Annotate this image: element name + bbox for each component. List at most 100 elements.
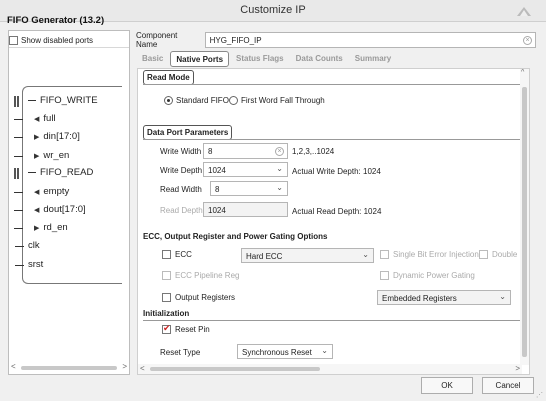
port-stub (15, 265, 24, 266)
port-rd-en[interactable]: ▶ rd_en (14, 222, 68, 233)
port-stub (14, 228, 23, 229)
tab-status-flags[interactable]: Status Flags (231, 51, 289, 67)
bus-connector-icon (14, 168, 19, 179)
read-mode-heading: Read Mode (143, 70, 194, 85)
arrow-left-icon: ◀ (34, 115, 40, 123)
scroll-up-icon[interactable]: ^ (521, 69, 524, 76)
chevron-down-icon: ⌄ (321, 346, 328, 355)
clear-icon[interactable]: × (275, 147, 284, 156)
bus-dash-icon (28, 172, 36, 173)
read-mode-fwft[interactable]: First Word Fall Through (229, 96, 325, 105)
port-stub (14, 156, 23, 157)
symbol-horizontal-scrollbar[interactable]: < > (9, 362, 129, 373)
port-stub (14, 210, 23, 211)
ok-button[interactable]: OK (421, 377, 473, 394)
tab-native-ports[interactable]: Native Ports (170, 51, 230, 67)
content-vertical-scrollbar[interactable]: ^ (520, 69, 529, 365)
ecc-pipeline-option: ECC Pipeline Reg (162, 271, 239, 280)
port-wr-en[interactable]: ▶ wr_en (14, 150, 69, 161)
section-divider (143, 139, 521, 140)
ecc-option[interactable]: ECC (162, 250, 192, 259)
show-disabled-checkbox[interactable] (9, 36, 18, 45)
tab-data-counts[interactable]: Data Counts (291, 51, 348, 67)
port-din[interactable]: ▶ din[17:0] (14, 131, 80, 142)
port-fifo-write[interactable]: FIFO_WRITE (14, 95, 98, 107)
single-bit-option: Single Bit Error Injection (380, 250, 479, 259)
section-divider (143, 320, 521, 321)
radio-standard[interactable] (164, 96, 173, 105)
port-srst[interactable]: srst (15, 259, 43, 270)
chevron-down-icon: ⌄ (362, 250, 369, 259)
port-stub (14, 137, 23, 138)
section-divider (143, 84, 521, 85)
ip-name-title: FIFO Generator (13.2) (7, 15, 105, 26)
reset-type-select[interactable]: Synchronous Reset ⌄ (237, 344, 333, 359)
left-divider (9, 47, 129, 48)
cancel-button[interactable]: Cancel (482, 377, 534, 394)
vivado-logo-icon (517, 7, 531, 16)
clear-icon[interactable]: × (523, 36, 532, 45)
tab-basic[interactable]: Basic (137, 51, 168, 67)
show-disabled-label: Show disabled ports (21, 36, 94, 45)
embedded-registers-select: Embedded Registers ⌄ (377, 290, 511, 305)
show-disabled-ports[interactable]: Show disabled ports (9, 36, 93, 45)
ecc-pipeline-checkbox (162, 271, 171, 280)
arrow-right-icon: ▶ (34, 133, 40, 141)
component-name-row: Component Name HYG_FIFO_IP × (136, 31, 536, 49)
write-width-range: 1,2,3,..1024 (292, 147, 335, 156)
double-bit-checkbox (479, 250, 488, 259)
scroll-left-icon[interactable]: < (11, 362, 16, 371)
output-registers-checkbox[interactable] (162, 293, 171, 302)
dynamic-power-option: Dynamic Power Gating (380, 271, 475, 280)
component-name-label: Component Name (136, 31, 178, 49)
port-stub (14, 192, 23, 193)
component-name-input[interactable]: HYG_FIFO_IP × (204, 32, 536, 48)
port-fifo-read[interactable]: FIFO_READ (14, 167, 93, 179)
write-width-input[interactable]: 8 × (203, 143, 288, 159)
chevron-down-icon: ⌄ (276, 164, 283, 173)
write-depth-select[interactable]: 1024 ⌄ (203, 162, 288, 177)
settings-content: Read Mode Standard FIFO First Word Fall … (137, 68, 530, 375)
arrow-right-icon: ▶ (34, 152, 40, 160)
scroll-right-icon[interactable]: > (122, 362, 127, 371)
scroll-left-icon[interactable]: < (140, 364, 145, 373)
arrow-left-icon: ◀ (34, 188, 40, 196)
output-registers-option[interactable]: Output Registers (162, 293, 235, 302)
dynamic-power-checkbox (380, 271, 389, 280)
scroll-thumb[interactable] (21, 366, 117, 370)
ecc-checkbox[interactable] (162, 250, 171, 259)
reset-type-label: Reset Type (160, 348, 201, 357)
init-heading: Initialization (143, 309, 190, 318)
write-width-label: Write Width (160, 147, 202, 156)
read-depth-label: Read Depth (160, 206, 203, 215)
ecc-type-select: Hard ECC ⌄ (241, 248, 374, 263)
read-width-label: Read Width (160, 185, 202, 194)
read-depth-field: 1024 (203, 202, 288, 217)
scroll-thumb[interactable] (150, 367, 320, 371)
port-full[interactable]: ◀ full (14, 113, 56, 124)
port-clk[interactable]: clk (15, 240, 40, 251)
radio-fwft[interactable] (229, 96, 238, 105)
port-stub (14, 119, 23, 120)
reset-pin-checkbox[interactable] (162, 323, 171, 334)
actual-read-depth: Actual Read Depth: 1024 (292, 207, 382, 216)
reset-pin-option[interactable]: Reset Pin (162, 323, 210, 334)
resize-grip-icon[interactable]: ⋰ (536, 391, 544, 399)
arrow-right-icon: ▶ (34, 224, 40, 232)
arrow-left-icon: ◀ (34, 206, 40, 214)
read-mode-standard[interactable]: Standard FIFO (164, 96, 229, 105)
scroll-right-icon[interactable]: > (515, 364, 520, 373)
tab-bar: Basic Native Ports Status Flags Data Cou… (137, 51, 396, 67)
actual-write-depth: Actual Write Depth: 1024 (292, 167, 381, 176)
tab-summary[interactable]: Summary (350, 51, 396, 67)
scroll-thumb[interactable] (522, 87, 527, 357)
content-horizontal-scrollbar[interactable]: < > (138, 364, 522, 374)
port-dout[interactable]: ◀ dout[17:0] (14, 204, 86, 215)
read-width-select[interactable]: 8 ⌄ (210, 181, 288, 196)
bus-connector-icon (14, 96, 19, 107)
single-bit-checkbox (380, 250, 389, 259)
chevron-down-icon: ⌄ (499, 292, 506, 301)
port-empty[interactable]: ◀ empty (14, 186, 69, 197)
chevron-down-icon: ⌄ (276, 183, 283, 192)
port-stub (15, 246, 24, 247)
